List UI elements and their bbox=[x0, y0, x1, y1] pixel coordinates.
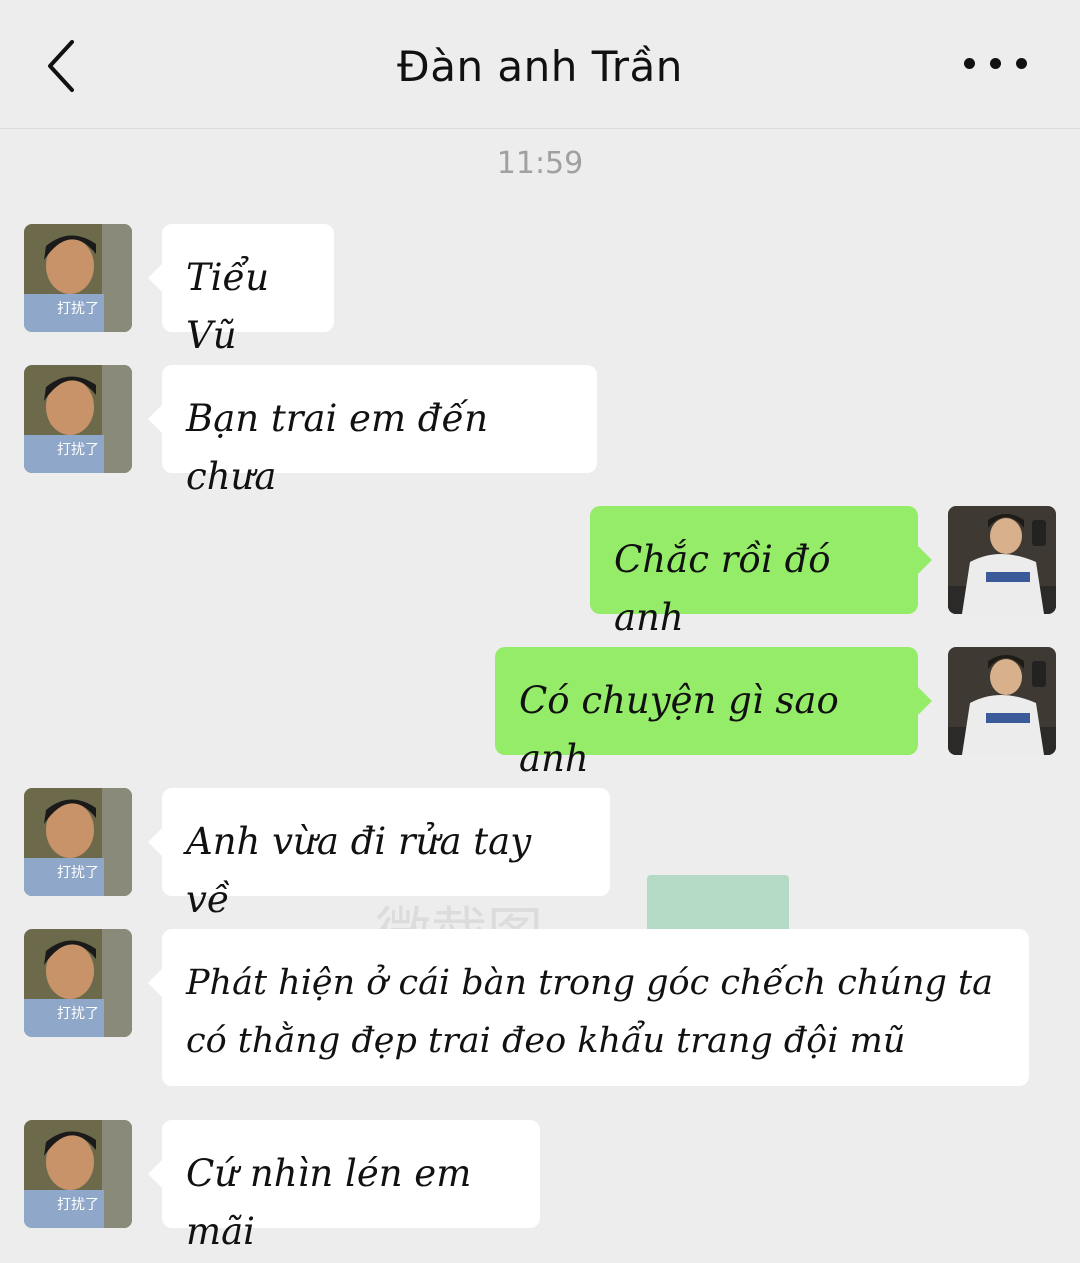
more-options-button[interactable] bbox=[964, 58, 1028, 74]
user-avatar[interactable] bbox=[948, 647, 1056, 755]
contact-avatar[interactable]: 打扰了 bbox=[24, 224, 132, 332]
message-bubble-incoming[interactable]: Phát hiện ở cái bàn trong góc chếch chún… bbox=[148, 929, 1029, 1086]
more-dot bbox=[1016, 58, 1027, 69]
message-bubble-incoming[interactable]: Anh vừa đi rửa tay về bbox=[148, 788, 610, 921]
message-bubble-outgoing[interactable]: Chắc rồi đó anh bbox=[590, 506, 932, 639]
avatar-caption: 打扰了 bbox=[57, 1006, 99, 1022]
message-bubble-outgoing[interactable]: Có chuyện gì sao anh bbox=[495, 647, 932, 780]
avatar-caption: 打扰了 bbox=[57, 301, 99, 317]
contact-avatar[interactable]: 打扰了 bbox=[24, 365, 132, 473]
user-avatar[interactable] bbox=[948, 506, 1056, 614]
more-dot bbox=[990, 58, 1001, 69]
chat-title: Đàn anh Trần bbox=[397, 42, 683, 91]
user-avatar-image bbox=[948, 647, 1056, 755]
user-avatar-image bbox=[948, 506, 1056, 614]
avatar-caption: 打扰了 bbox=[57, 865, 99, 881]
message-bubble-incoming[interactable]: Cứ nhìn lén em mãi bbox=[148, 1120, 540, 1253]
message-bubble-incoming[interactable]: Bạn trai em đến chưa bbox=[148, 365, 597, 498]
chat-header: Đàn anh Trần bbox=[0, 0, 1080, 129]
contact-avatar[interactable]: 打扰了 bbox=[24, 1120, 132, 1228]
more-horizontal-icon bbox=[964, 58, 975, 69]
message-timestamp: 11:59 bbox=[496, 146, 584, 181]
avatar-caption: 打扰了 bbox=[57, 442, 99, 458]
message-bubble-incoming[interactable]: Tiểu Vũ bbox=[148, 224, 334, 357]
avatar-caption: 打扰了 bbox=[57, 1197, 99, 1213]
contact-avatar[interactable]: 打扰了 bbox=[24, 788, 132, 896]
contact-avatar[interactable]: 打扰了 bbox=[24, 929, 132, 1037]
